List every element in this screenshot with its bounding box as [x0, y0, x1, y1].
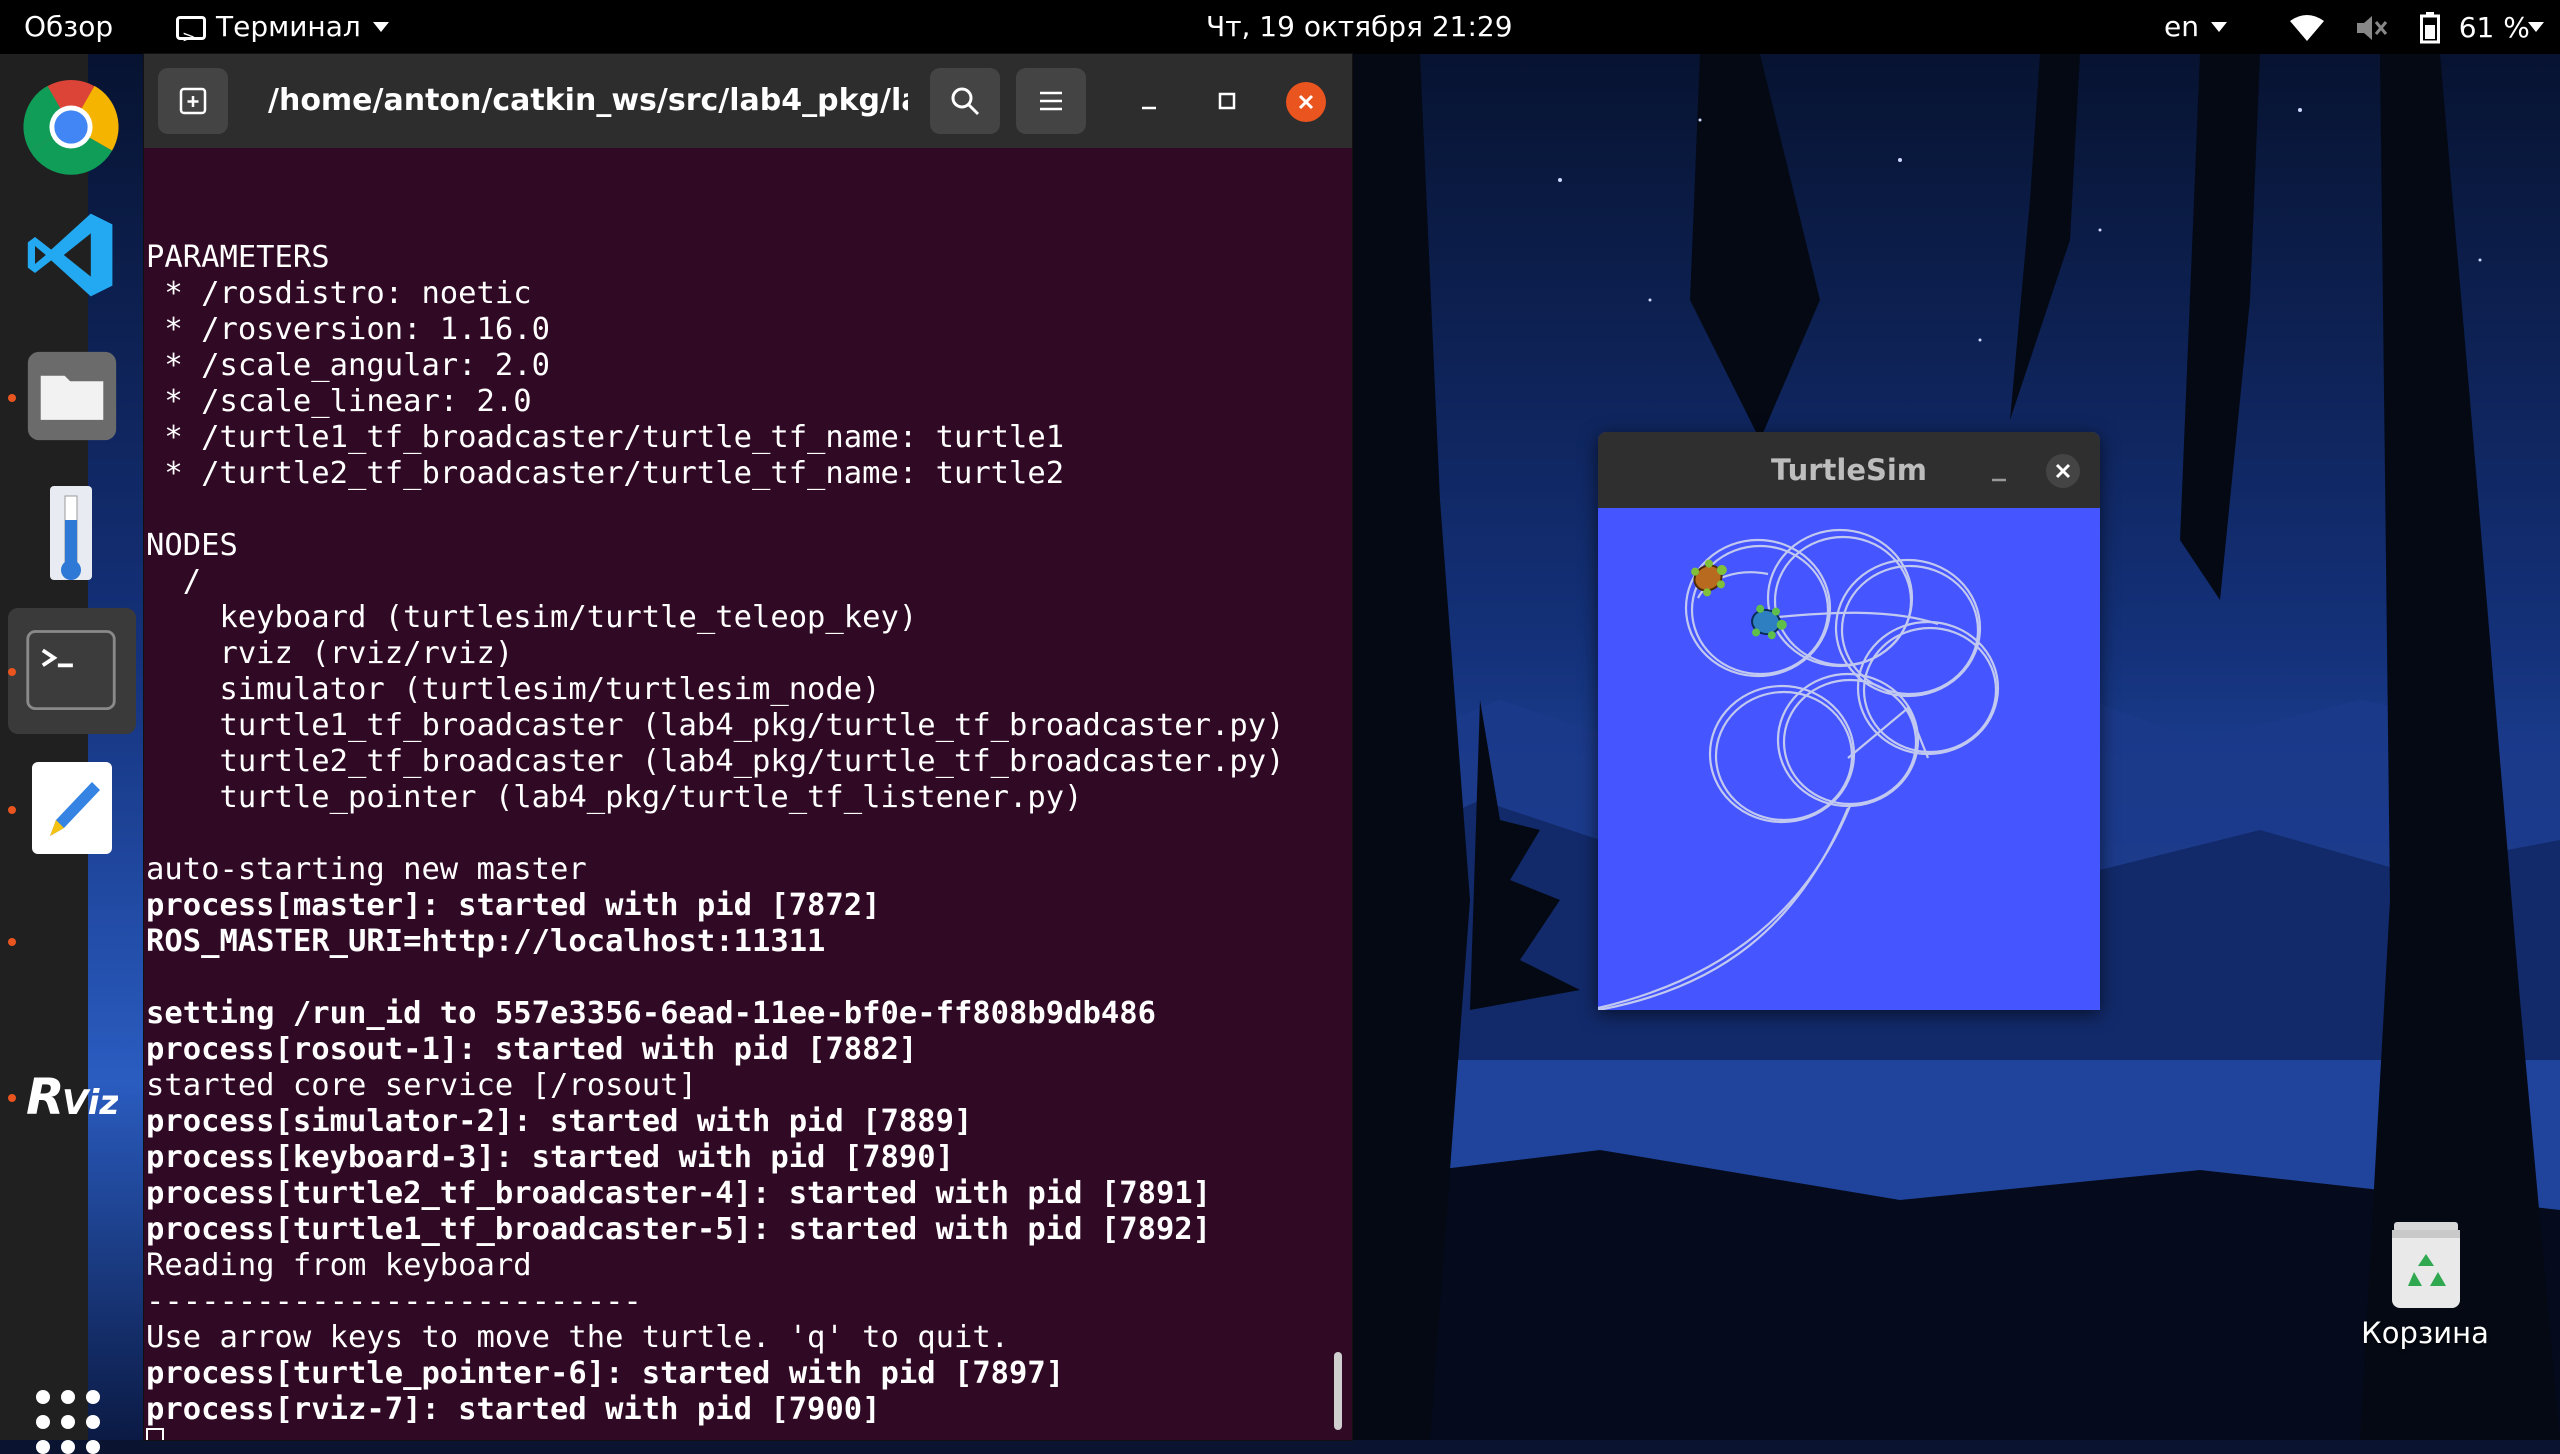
desktop-trash[interactable]: Корзина — [2360, 1220, 2490, 1360]
volume-muted-icon — [2356, 16, 2388, 40]
input-language-indicator[interactable]: en — [2164, 0, 2227, 54]
dock-item-thermometer-app[interactable] — [0, 482, 92, 592]
terminal-line: turtle1_tf_broadcaster (lab4_pkg/turtle_… — [146, 708, 1285, 743]
trash-label: Корзина — [2361, 1316, 2489, 1350]
app-menu[interactable]: Терминал — [176, 0, 389, 64]
terminal-title: /home/anton/catkin_ws/src/lab4_pkg/lau..… — [268, 83, 908, 118]
terminal-window[interactable]: /home/anton/catkin_ws/src/lab4_pkg/lau..… — [144, 54, 1352, 1440]
battery-percentage: 61 % — [2458, 11, 2530, 44]
minimize-icon — [1142, 106, 1156, 110]
terminal-line: turtle_pointer (lab4_pkg/turtle_tf_liste… — [146, 780, 1083, 815]
terminal-line: setting /run_id to 557e3356-6ead-11ee-bf… — [146, 996, 1156, 1031]
dock: R Viz — [0, 54, 136, 1454]
minimize-button[interactable] — [1132, 84, 1166, 118]
terminal-line: --------------------------- — [146, 1284, 642, 1319]
turtlesim-close-button[interactable] — [2046, 454, 2080, 488]
terminal-line: PARAMETERS — [146, 240, 330, 275]
trash-icon — [2392, 1222, 2460, 1308]
terminal-line: / — [146, 564, 202, 599]
terminal-line: Reading from keyboard — [146, 1248, 532, 1283]
new-tab-icon — [179, 87, 207, 115]
terminal-line: process[turtle1_tf_broadcaster-5]: start… — [146, 1212, 1212, 1247]
dock-item-rviz[interactable]: R Viz — [0, 1044, 118, 1154]
terminal-headerbar[interactable]: /home/anton/catkin_ws/src/lab4_pkg/lau..… — [144, 54, 1352, 148]
activities-button[interactable]: Обзор — [24, 0, 113, 54]
search-button[interactable] — [930, 68, 1000, 134]
terminal-line: NODES — [146, 528, 238, 563]
terminal-line: Use arrow keys to move the turtle. 'q' t… — [146, 1320, 1010, 1355]
terminal-line: * /scale_angular: 2.0 — [146, 348, 550, 383]
terminal-line: rviz (rviz/rviz) — [146, 636, 514, 671]
terminal-output[interactable]: PARAMETERS * /rosdistro: noetic * /rosve… — [146, 148, 1326, 1440]
terminal-line: auto-starting new master — [146, 852, 587, 887]
svg-text:Viz: Viz — [62, 1083, 118, 1123]
dock-item-text-editor[interactable] — [0, 756, 112, 866]
terminal-scrollbar[interactable] — [1334, 1352, 1342, 1430]
thermometer-icon — [50, 486, 92, 580]
chrome-icon — [23, 79, 119, 175]
terminal-line: turtle2_tf_broadcaster (lab4_pkg/turtle_… — [146, 744, 1285, 779]
new-tab-button[interactable] — [158, 68, 228, 134]
app-menu-label: Терминал — [216, 10, 361, 43]
chevron-down-icon — [2528, 22, 2544, 32]
terminal-line: started core service [/rosout] — [146, 1068, 697, 1103]
rviz-icon: R Viz — [26, 1068, 118, 1126]
terminal-line: process[master]: started with pid [7872] — [146, 888, 881, 923]
hamburger-menu-button[interactable] — [1016, 68, 1086, 134]
text-editor-icon — [32, 762, 112, 854]
turtlesim-window[interactable]: TurtleSim — [1598, 432, 2100, 1010]
terminal-line: process[turtle_pointer-6]: started with … — [146, 1356, 1065, 1391]
search-icon — [951, 87, 980, 116]
dock-item-terminal[interactable] — [8, 608, 136, 734]
dock-item-files[interactable] — [0, 344, 117, 454]
turtlesim-minimize-button[interactable] — [1984, 460, 2014, 490]
system-status-area[interactable]: 61 % — [2290, 0, 2530, 54]
maximize-icon — [1218, 92, 1236, 110]
vscode-icon — [27, 213, 113, 297]
turtlesim-title: TurtleSim — [1770, 453, 1928, 487]
terminal-line: * /rosdistro: noetic — [146, 276, 532, 311]
battery-icon — [2419, 12, 2440, 44]
top-bar: Обзор Терминал Чт, 19 октября 21:29 en 6… — [0, 0, 2560, 64]
clock[interactable]: Чт, 19 октября 21:29 — [1206, 0, 1513, 54]
turtlesim-titlebar[interactable]: TurtleSim — [1598, 432, 2100, 508]
terminal-line: ROS_MASTER_URI=http://localhost:11311 — [146, 924, 826, 959]
terminal-line: * /rosversion: 1.16.0 — [146, 312, 550, 347]
chevron-down-icon — [2210, 22, 2227, 32]
terminal-prompt-line — [146, 1428, 1326, 1440]
terminal-icon — [176, 10, 206, 64]
maximize-button[interactable] — [1210, 84, 1244, 118]
terminal-cursor — [146, 1428, 164, 1440]
hamburger-icon — [1040, 91, 1062, 111]
chevron-down-icon — [372, 22, 389, 32]
terminal-line: keyboard (turtlesim/turtle_teleop_key) — [146, 600, 918, 635]
svg-text:R: R — [26, 1068, 65, 1126]
show-applications-button[interactable] — [36, 1390, 100, 1454]
terminal-line: * /turtle2_tf_broadcaster/turtle_tf_name… — [146, 456, 1065, 491]
terminal-line: process[rviz-7]: started with pid [7900] — [146, 1392, 881, 1427]
terminal-line: process[turtle2_tf_broadcaster-4]: start… — [146, 1176, 1212, 1211]
language-label: en — [2164, 10, 2199, 43]
terminal-line: * /scale_linear: 2.0 — [146, 384, 532, 419]
wifi-icon — [2290, 15, 2324, 41]
terminal-line: process[rosout-1]: started with pid [788… — [146, 1032, 918, 1067]
turtlesim-canvas — [1598, 508, 2100, 1010]
close-icon — [1298, 94, 1314, 110]
close-icon — [2055, 463, 2071, 479]
dock-item-chrome[interactable] — [0, 72, 119, 182]
close-button[interactable] — [1286, 82, 1326, 122]
dock-item-vscode[interactable] — [0, 204, 113, 314]
terminal-line: process[keyboard-3]: started with pid [7… — [146, 1140, 954, 1175]
terminal-icon — [26, 630, 116, 711]
terminal-line: process[simulator-2]: started with pid [… — [146, 1104, 973, 1139]
terminal-line: simulator (turtlesim/turtlesim_node) — [146, 672, 881, 707]
system-menu-button[interactable] — [2528, 0, 2544, 54]
files-icon — [27, 351, 117, 441]
terminal-line: * /turtle1_tf_broadcaster/turtle_tf_name… — [146, 420, 1065, 455]
minimize-icon — [1992, 478, 2006, 482]
